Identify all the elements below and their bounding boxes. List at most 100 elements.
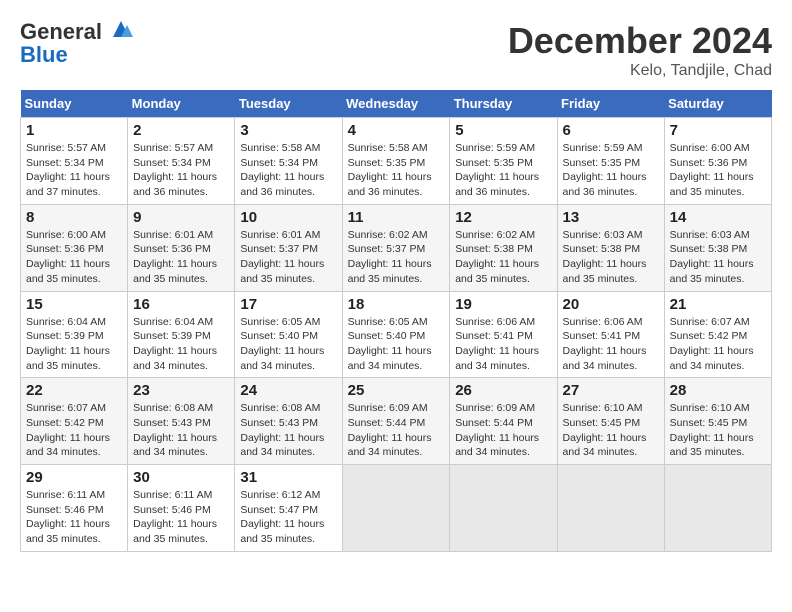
day-number: 28: [670, 382, 766, 399]
calendar-cell: [557, 465, 664, 552]
cell-info: Sunrise: 6:02 AMSunset: 5:37 PMDaylight:…: [348, 228, 445, 287]
day-number: 9: [133, 209, 229, 226]
day-number: 22: [26, 382, 122, 399]
day-number: 8: [26, 209, 122, 226]
calendar-cell: 31 Sunrise: 6:12 AMSunset: 5:47 PMDayligh…: [235, 465, 342, 552]
calendar-cell: [342, 465, 450, 552]
calendar-cell: 23 Sunrise: 6:08 AMSunset: 5:43 PMDayligh…: [128, 378, 235, 465]
day-number: 11: [348, 209, 445, 226]
cell-info: Sunrise: 6:05 AMSunset: 5:40 PMDaylight:…: [348, 315, 445, 374]
day-number: 15: [26, 296, 122, 313]
cell-info: Sunrise: 6:06 AMSunset: 5:41 PMDaylight:…: [455, 315, 551, 374]
day-number: 20: [563, 296, 659, 313]
cell-info: Sunrise: 5:57 AMSunset: 5:34 PMDaylight:…: [26, 141, 122, 200]
calendar-cell: 26 Sunrise: 6:09 AMSunset: 5:44 PMDayligh…: [450, 378, 557, 465]
calendar-cell: 13 Sunrise: 6:03 AMSunset: 5:38 PMDayligh…: [557, 204, 664, 291]
cell-info: Sunrise: 5:58 AMSunset: 5:35 PMDaylight:…: [348, 141, 445, 200]
cell-info: Sunrise: 6:11 AMSunset: 5:46 PMDaylight:…: [26, 488, 122, 547]
calendar-cell: 14 Sunrise: 6:03 AMSunset: 5:38 PMDayligh…: [664, 204, 771, 291]
calendar-week-row: 22 Sunrise: 6:07 AMSunset: 5:42 PMDayligh…: [21, 378, 772, 465]
cell-info: Sunrise: 6:12 AMSunset: 5:47 PMDaylight:…: [240, 488, 336, 547]
cell-info: Sunrise: 6:02 AMSunset: 5:38 PMDaylight:…: [455, 228, 551, 287]
cell-info: Sunrise: 6:06 AMSunset: 5:41 PMDaylight:…: [563, 315, 659, 374]
day-number: 4: [348, 122, 445, 139]
day-number: 29: [26, 469, 122, 486]
calendar-cell: 3 Sunrise: 5:58 AMSunset: 5:34 PMDaylight…: [235, 118, 342, 205]
weekday-header-cell: Wednesday: [342, 90, 450, 118]
weekday-header-cell: Friday: [557, 90, 664, 118]
calendar-week-row: 8 Sunrise: 6:00 AMSunset: 5:36 PMDaylight…: [21, 204, 772, 291]
title-block: December 2024 Kelo, Tandjile, Chad: [508, 20, 772, 80]
calendar-cell: 12 Sunrise: 6:02 AMSunset: 5:38 PMDayligh…: [450, 204, 557, 291]
calendar-cell: 1 Sunrise: 5:57 AMSunset: 5:34 PMDaylight…: [21, 118, 128, 205]
month-title: December 2024: [508, 20, 772, 62]
day-number: 5: [455, 122, 551, 139]
calendar-week-row: 29 Sunrise: 6:11 AMSunset: 5:46 PMDayligh…: [21, 465, 772, 552]
day-number: 1: [26, 122, 122, 139]
calendar-cell: 5 Sunrise: 5:59 AMSunset: 5:35 PMDaylight…: [450, 118, 557, 205]
weekday-header-row: SundayMondayTuesdayWednesdayThursdayFrid…: [21, 90, 772, 118]
calendar-cell: 8 Sunrise: 6:00 AMSunset: 5:36 PMDaylight…: [21, 204, 128, 291]
calendar-cell: 16Sunrise: 6:04 AMSunset: 5:39 PMDayligh…: [128, 291, 235, 378]
cell-info: Sunrise: 6:01 AMSunset: 5:36 PMDaylight:…: [133, 228, 229, 287]
cell-info: Sunrise: 6:08 AMSunset: 5:43 PMDaylight:…: [240, 401, 336, 460]
calendar-body: 1 Sunrise: 5:57 AMSunset: 5:34 PMDaylight…: [21, 118, 772, 552]
day-number: 23: [133, 382, 229, 399]
day-number: 24: [240, 382, 336, 399]
day-number: 12: [455, 209, 551, 226]
calendar-cell: 10 Sunrise: 6:01 AMSunset: 5:37 PMDayligh…: [235, 204, 342, 291]
cell-info: Sunrise: 5:57 AMSunset: 5:34 PMDaylight:…: [133, 141, 229, 200]
weekday-header-cell: Sunday: [21, 90, 128, 118]
calendar-cell: 29 Sunrise: 6:11 AMSunset: 5:46 PMDayligh…: [21, 465, 128, 552]
calendar-cell: 6Sunrise: 5:59 AMSunset: 5:35 PMDaylight…: [557, 118, 664, 205]
day-number: 3: [240, 122, 336, 139]
calendar-cell: 11 Sunrise: 6:02 AMSunset: 5:37 PMDayligh…: [342, 204, 450, 291]
cell-info: Sunrise: 6:09 AMSunset: 5:44 PMDaylight:…: [348, 401, 445, 460]
calendar-cell: [664, 465, 771, 552]
calendar-cell: 20 Sunrise: 6:06 AMSunset: 5:41 PMDayligh…: [557, 291, 664, 378]
logo: General Blue: [20, 20, 137, 67]
cell-info: Sunrise: 6:01 AMSunset: 5:37 PMDaylight:…: [240, 228, 336, 287]
day-number: 10: [240, 209, 336, 226]
day-number: 21: [670, 296, 766, 313]
day-number: 25: [348, 382, 445, 399]
cell-info: Sunrise: 6:04 AMSunset: 5:39 PMDaylight:…: [133, 315, 229, 374]
logo-blue: Blue: [20, 43, 137, 67]
calendar-cell: 2 Sunrise: 5:57 AMSunset: 5:34 PMDaylight…: [128, 118, 235, 205]
page-header: General Blue December 2024 Kelo, Tandjil…: [20, 20, 772, 80]
cell-info: Sunrise: 6:10 AMSunset: 5:45 PMDaylight:…: [670, 401, 766, 460]
calendar-cell: 28 Sunrise: 6:10 AMSunset: 5:45 PMDayligh…: [664, 378, 771, 465]
day-number: 31: [240, 469, 336, 486]
weekday-header-cell: Monday: [128, 90, 235, 118]
weekday-header-cell: Saturday: [664, 90, 771, 118]
cell-info: Sunrise: 6:03 AMSunset: 5:38 PMDaylight:…: [563, 228, 659, 287]
calendar-cell: 17Sunrise: 6:05 AMSunset: 5:40 PMDayligh…: [235, 291, 342, 378]
day-number: 30: [133, 469, 229, 486]
day-number: 26: [455, 382, 551, 399]
cell-info: Sunrise: 5:58 AMSunset: 5:34 PMDaylight:…: [240, 141, 336, 200]
calendar-cell: 27Sunrise: 6:10 AMSunset: 5:45 PMDayligh…: [557, 378, 664, 465]
cell-info: Sunrise: 6:03 AMSunset: 5:38 PMDaylight:…: [670, 228, 766, 287]
calendar-cell: 30Sunrise: 6:11 AMSunset: 5:46 PMDayligh…: [128, 465, 235, 552]
calendar-table: SundayMondayTuesdayWednesdayThursdayFrid…: [20, 90, 772, 552]
cell-info: Sunrise: 6:00 AMSunset: 5:36 PMDaylight:…: [670, 141, 766, 200]
cell-info: Sunrise: 6:09 AMSunset: 5:44 PMDaylight:…: [455, 401, 551, 460]
day-number: 18: [348, 296, 445, 313]
cell-info: Sunrise: 5:59 AMSunset: 5:35 PMDaylight:…: [455, 141, 551, 200]
cell-info: Sunrise: 6:00 AMSunset: 5:36 PMDaylight:…: [26, 228, 122, 287]
cell-info: Sunrise: 6:04 AMSunset: 5:39 PMDaylight:…: [26, 315, 122, 374]
cell-info: Sunrise: 5:59 AMSunset: 5:35 PMDaylight:…: [563, 141, 659, 200]
day-number: 13: [563, 209, 659, 226]
weekday-header-cell: Tuesday: [235, 90, 342, 118]
day-number: 2: [133, 122, 229, 139]
day-number: 27: [563, 382, 659, 399]
calendar-week-row: 15 Sunrise: 6:04 AMSunset: 5:39 PMDayligh…: [21, 291, 772, 378]
cell-info: Sunrise: 6:07 AMSunset: 5:42 PMDaylight:…: [670, 315, 766, 374]
calendar-cell: [450, 465, 557, 552]
calendar-cell: 18 Sunrise: 6:05 AMSunset: 5:40 PMDayligh…: [342, 291, 450, 378]
cell-info: Sunrise: 6:07 AMSunset: 5:42 PMDaylight:…: [26, 401, 122, 460]
calendar-cell: 9 Sunrise: 6:01 AMSunset: 5:36 PMDaylight…: [128, 204, 235, 291]
day-number: 14: [670, 209, 766, 226]
calendar-cell: 15 Sunrise: 6:04 AMSunset: 5:39 PMDayligh…: [21, 291, 128, 378]
cell-info: Sunrise: 6:08 AMSunset: 5:43 PMDaylight:…: [133, 401, 229, 460]
